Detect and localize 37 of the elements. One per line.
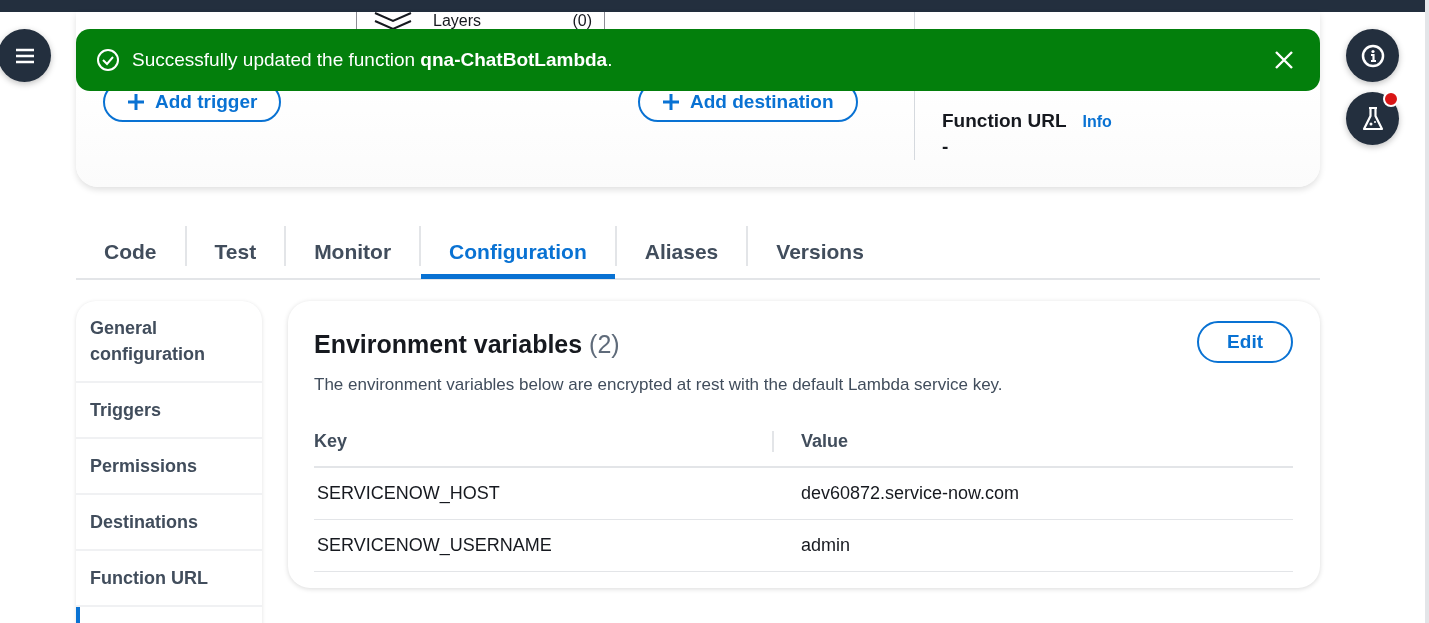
table-cell-text: SERVICENOW_USERNAME [316,535,553,556]
function-url-label: Function URL [942,110,1067,132]
table-cell-text: admin [800,535,852,556]
check-circle-icon [96,48,120,72]
sidebar-item[interactable]: General configuration [76,301,262,381]
tab[interactable]: Configuration [421,224,615,279]
info-button[interactable] [1346,29,1399,82]
plus-icon [662,93,680,111]
table-cell-text: SERVICENOW_HOST [316,483,501,504]
notification-message: Successfully updated the function qna-ChatBotLambda. [132,49,613,71]
tab[interactable]: Test [186,224,285,279]
layers-count: (0) [572,13,592,29]
sidebar-item[interactable]: Triggers [76,383,262,437]
sidebar-item[interactable]: Permissions [76,439,262,493]
menu-button[interactable] [0,29,51,82]
close-icon [1274,50,1294,70]
sidebar-item[interactable]: Function URL [76,551,262,605]
layers-icon [373,12,413,29]
tab[interactable]: Aliases [616,224,747,279]
column-header: Value [800,431,850,452]
section-description: The environment variables below are encrypted at rest with the default Lambda service key. [314,375,1004,395]
plus-icon [127,93,145,111]
menu-icon [14,47,35,64]
info-icon [1360,43,1385,68]
sidebar-item[interactable]: Destinations [76,495,262,549]
section-title: Environment variables (2) [314,329,620,359]
table-cell-text: dev60872.service-now.com [800,483,1021,504]
function-url-value: - [942,136,950,158]
tab[interactable]: Code [76,224,185,279]
tab[interactable]: Monitor [286,224,420,279]
column-header: Key [314,431,774,452]
labs-button[interactable] [1346,92,1399,145]
layers-label: Layers [433,13,482,29]
edit-button[interactable]: Edit [1197,321,1293,363]
tab[interactable]: Versions [748,224,892,279]
flask-icon [1360,105,1385,132]
info-link[interactable]: Info [1082,113,1112,131]
